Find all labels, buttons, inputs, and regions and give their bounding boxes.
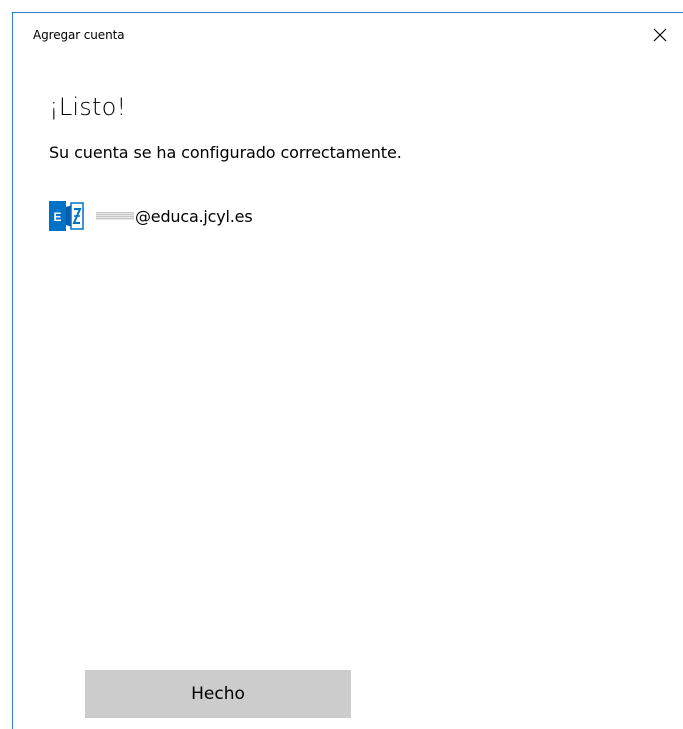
dialog-title: Agregar cuenta — [33, 28, 125, 42]
redacted-username — [96, 212, 134, 220]
svg-text:E: E — [53, 210, 61, 224]
account-email: @educa.jcyl.es — [135, 206, 253, 226]
exchange-icon: E — [49, 201, 84, 231]
title-bar: Agregar cuenta — [13, 13, 683, 57]
close-icon — [653, 28, 667, 42]
success-heading: ¡Listo! — [49, 93, 127, 121]
done-button[interactable]: Hecho — [85, 670, 351, 718]
account-entry: E @educa.jcyl.es — [49, 199, 253, 233]
success-message: Su cuenta se ha configurado correctament… — [49, 143, 402, 162]
add-account-dialog: Agregar cuenta ¡Listo! Su cuenta se ha c… — [12, 12, 683, 729]
close-button[interactable] — [637, 13, 683, 57]
